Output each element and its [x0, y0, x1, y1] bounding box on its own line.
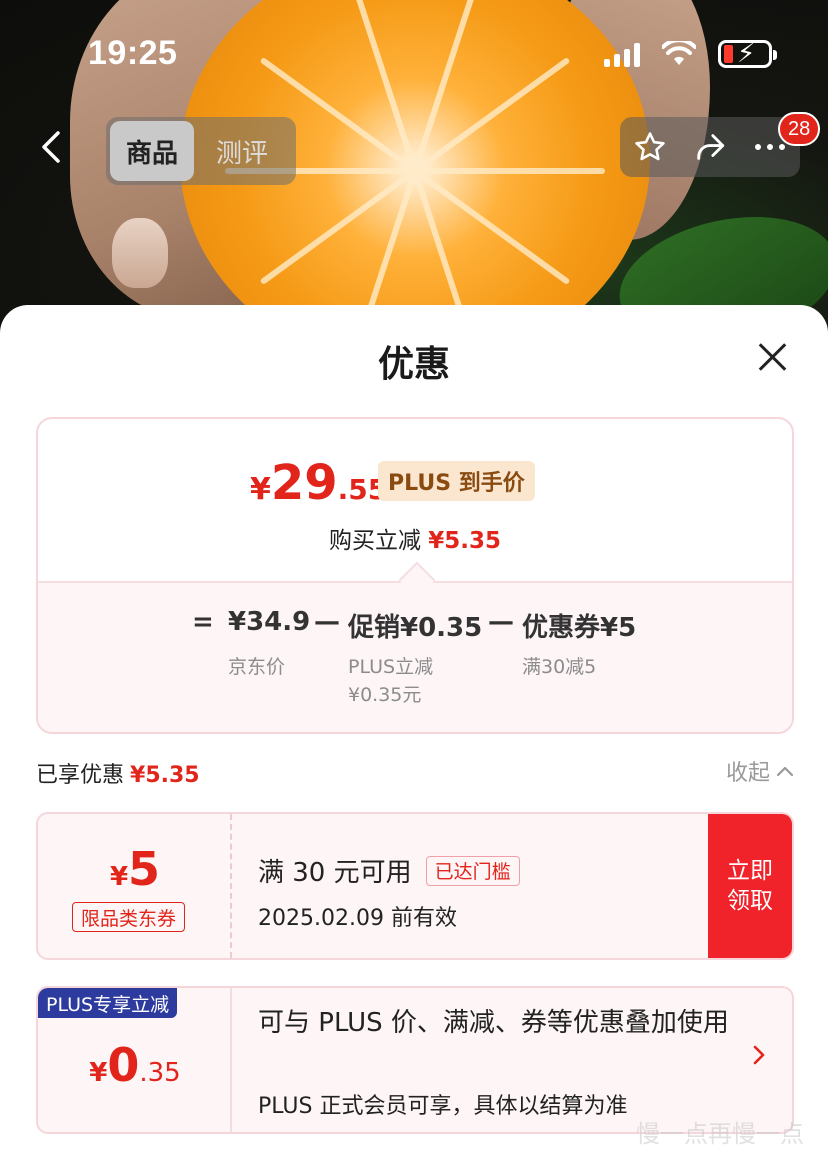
currency-symbol: ¥ [250, 472, 271, 507]
sheet-title: 优惠 [377, 344, 450, 385]
threshold-reached-tag: 已达门槛 [425, 855, 520, 886]
collapse-button[interactable]: 收起 [726, 755, 794, 787]
plus-offer-description: 可与 PLUS 价、满减、券等优惠叠加使用 [258, 1008, 729, 1038]
coupon-condition: 满 30 元可用 已达门槛 [258, 852, 520, 889]
plus-amount-dec: .35 [139, 1058, 181, 1088]
wifi-icon [662, 41, 696, 65]
final-price-section: ¥ 29 .55 PLUS 到手价 购买立减 ¥5.35 [38, 419, 792, 581]
enjoyed-discount-row: 已享优惠 ¥5.35 [36, 757, 200, 789]
plus-offer-card[interactable]: PLUS专享立减 ¥0.35 可与 PLUS 价、满减、券等优惠叠加使用 PLU… [36, 986, 794, 1134]
formula-minus-2: — [488, 607, 514, 637]
coupon-condition-text: 满 30 元可用 [258, 858, 412, 888]
plus-amount-int: 0 [107, 1038, 140, 1092]
claim-label-line2: 领取 [727, 888, 773, 914]
plus-exclusive-ribbon: PLUS专享立减 [38, 988, 178, 1018]
coupon-label: 满30减5 [522, 656, 597, 678]
plus-value-section: PLUS专享立减 ¥0.35 [38, 988, 232, 1132]
plus-price-tag: PLUS 到手价 [378, 461, 535, 501]
signal-icon [604, 41, 640, 67]
status-time: 19:25 [88, 34, 178, 72]
price-formula-section: = ¥34.9 — 促销¥0.35 — 优惠券¥5 京东价 PLUS立减 ¥0.… [38, 581, 792, 732]
coupon-validity: 2025.02.09 前有效 [258, 906, 457, 931]
formula-jd-price: ¥34.9 [228, 607, 311, 637]
instant-discount-value: ¥5.35 [428, 528, 502, 554]
battery-icon: ⚡ [718, 39, 777, 69]
instant-discount-line: 购买立减 ¥5.35 [38, 521, 792, 555]
chevron-left-icon [42, 131, 60, 163]
tab-review[interactable]: 测评 [200, 121, 284, 181]
status-icons: ⚡ [604, 39, 777, 69]
price-breakdown-card: ¥ 29 .55 PLUS 到手价 购买立减 ¥5.35 = ¥34.9 — 促… [36, 417, 794, 734]
chevron-right-icon [753, 1045, 765, 1065]
chevron-up-icon [776, 766, 794, 777]
product-tabs: 商品 测评 [106, 117, 296, 185]
coupon-currency: ¥ [109, 862, 129, 892]
enjoyed-label: 已享优惠 [36, 763, 125, 788]
promo-label-line1: PLUS立减 [348, 656, 434, 678]
close-button[interactable] [752, 337, 792, 377]
plus-currency: ¥ [89, 1058, 108, 1088]
plus-amount: ¥0.35 [38, 1038, 232, 1092]
formula-coupon: 优惠券¥5 [522, 613, 637, 643]
formula-equals: = [192, 607, 214, 637]
more-icon[interactable] [753, 142, 787, 152]
promo-label-line2: ¥0.35元 [348, 684, 422, 706]
coupon-card: ¥5 限品类东券 满 30 元可用 已达门槛 2025.02.09 前有效 立即… [36, 812, 794, 960]
star-icon[interactable] [633, 130, 667, 164]
jd-price-label: 京东价 [228, 656, 286, 678]
tab-product[interactable]: 商品 [110, 121, 195, 181]
watermark: 慢一点再慢一点 [636, 1120, 804, 1148]
coupon-value-section: ¥5 限品类东券 [38, 814, 232, 958]
plus-offer-note: PLUS 正式会员可享，具体以结算为准 [258, 1094, 628, 1119]
coupon-amount-value: 5 [128, 842, 161, 896]
formula-minus-1: — [314, 607, 340, 637]
claim-coupon-button[interactable]: 立即 领取 [708, 814, 792, 958]
coupon-amount: ¥5 [38, 842, 232, 896]
enjoyed-value: ¥5.35 [130, 763, 200, 788]
price-integer: 29 [270, 455, 338, 511]
instant-discount-label: 购买立减 [328, 528, 421, 554]
formula-promo: 促销¥0.35 [348, 613, 483, 643]
message-count-badge: 28 [778, 112, 821, 146]
coupon-type-tag: 限品类东券 [72, 902, 186, 932]
back-button[interactable] [28, 124, 74, 170]
discount-sheet: 优惠 ¥ 29 .55 PLUS 到手价 购买立减 ¥5.35 = ¥34.9 … [0, 305, 828, 1164]
collapse-label: 收起 [725, 761, 770, 786]
thumb-image [112, 218, 168, 288]
share-icon[interactable] [693, 130, 727, 164]
claim-label-line1: 立即 [727, 858, 773, 884]
final-price: ¥ 29 .55 [250, 455, 387, 511]
nav-actions [620, 117, 800, 177]
